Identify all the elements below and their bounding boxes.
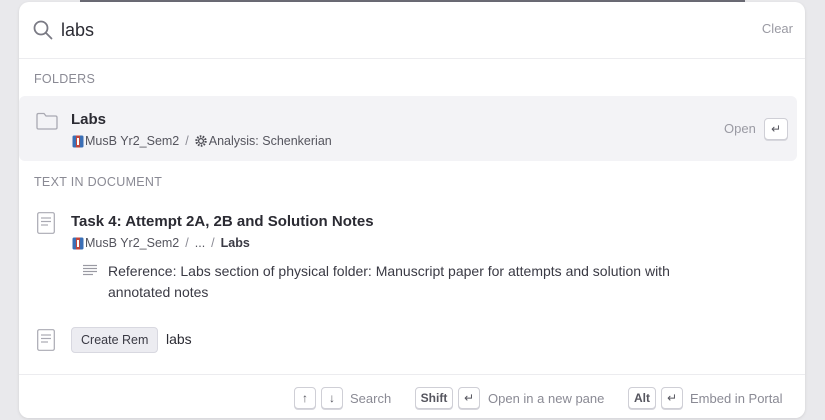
document-icon <box>37 212 55 234</box>
create-rem-button[interactable]: Create Rem <box>71 327 159 353</box>
gear-icon <box>195 135 207 147</box>
book-icon <box>72 135 84 147</box>
new-pane-hint-label: Open in a new pane <box>488 391 605 406</box>
enter-key: ↵ <box>458 387 480 409</box>
folder-icon <box>36 112 58 130</box>
text-lines-icon <box>83 264 97 276</box>
breadcrumb-item[interactable]: Analysis: Schenkerian <box>209 134 332 148</box>
clear-button[interactable]: Clear <box>762 21 793 36</box>
search-bar: Clear <box>19 2 805 59</box>
document-breadcrumb: MusB Yr2_Sem2 / ... / Labs <box>72 236 250 250</box>
breadcrumb-item[interactable]: MusB Yr2_Sem2 <box>85 134 179 148</box>
arrow-down-key: ↓ <box>321 387 343 409</box>
enter-key: ↵ <box>661 387 683 409</box>
folder-title: Labs <box>71 111 107 128</box>
document-title[interactable]: Task 4: Attempt 2A, 2B and Solution Note… <box>71 213 374 230</box>
breadcrumb-separator: / <box>185 134 189 148</box>
search-input[interactable] <box>61 14 741 46</box>
create-rem-text: labs <box>166 331 192 347</box>
folders-section-label: FOLDERS <box>34 72 96 86</box>
keyboard-hints-footer: ↑ ↓ Search Shift ↵ Open in a new pane Al… <box>19 374 805 418</box>
text-match-snippet[interactable]: Reference: Labs section of physical fold… <box>108 261 708 303</box>
shift-key: Shift <box>415 387 453 409</box>
document-icon <box>37 329 55 351</box>
search-palette: Clear FOLDERS Labs MusB Yr2_Sem2 / Analy… <box>19 2 805 418</box>
book-icon <box>72 237 84 249</box>
embed-portal-hint-label: Embed in Portal <box>690 391 783 406</box>
breadcrumb: MusB Yr2_Sem2 / Analysis: Schenkerian <box>72 134 332 148</box>
arrow-up-key: ↑ <box>294 387 316 409</box>
enter-key: ↵ <box>764 118 788 140</box>
breadcrumb-separator: / <box>211 236 215 250</box>
alt-key: Alt <box>628 387 656 409</box>
breadcrumb-item[interactable]: MusB Yr2_Sem2 <box>85 236 179 250</box>
breadcrumb-ellipsis[interactable]: ... <box>195 236 205 250</box>
breadcrumb-separator: / <box>185 236 189 250</box>
folder-result-row[interactable]: Labs MusB Yr2_Sem2 / Analysis: Schenkeri… <box>19 96 797 161</box>
breadcrumb-item[interactable]: Labs <box>221 236 250 250</box>
text-in-document-section-label: TEXT IN DOCUMENT <box>34 175 163 189</box>
search-icon <box>33 20 53 40</box>
open-action-label[interactable]: Open <box>724 121 756 136</box>
search-hint-label: Search <box>350 391 392 406</box>
